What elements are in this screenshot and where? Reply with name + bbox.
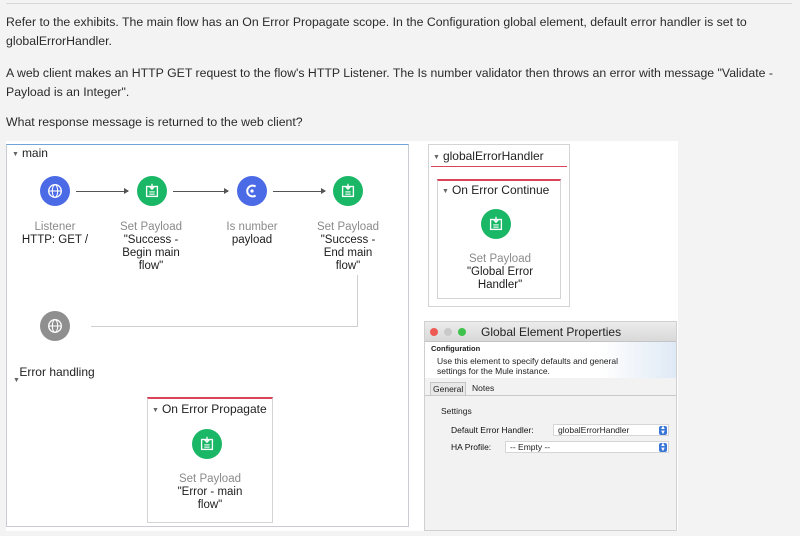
settings-heading: Settings: [441, 406, 472, 416]
flow-arrow: [76, 188, 129, 194]
listener-node[interactable]: [40, 176, 70, 206]
collapse-triangle-icon[interactable]: ▼: [12, 151, 19, 158]
collapse-triangle-icon[interactable]: ▼: [433, 154, 440, 161]
tab-general[interactable]: General: [430, 382, 467, 395]
set-payload-icon: [200, 436, 214, 451]
global-error-handler-canvas: ▼ globalErrorHandler ▼ On Error Continue S…: [428, 144, 570, 307]
zoom-button[interactable]: [458, 328, 466, 336]
set-payload-icon: [145, 183, 159, 198]
global-element-properties-window: Global Element Properties Configuration …: [424, 321, 677, 531]
set-payload-node-end[interactable]: [333, 176, 363, 206]
listener-label: Listener HTTP: GET /: [21, 221, 89, 246]
top-divider: [6, 3, 792, 4]
return-path-line: [91, 326, 358, 327]
window-titlebar: Global Element Properties: [425, 322, 676, 342]
on-error-propagate-scope[interactable]: ▼ On Error Propagate Set Payload "Error - …: [147, 397, 273, 523]
window-title: Global Element Properties: [481, 325, 622, 339]
configuration-banner: Configuration Use this element to specif…: [425, 342, 676, 378]
error-handling-label: Error handling: [19, 365, 95, 379]
tab-notes[interactable]: Notes: [470, 382, 496, 394]
configuration-heading: Configuration: [431, 344, 481, 353]
question-paragraph-1: Refer to the exhibits. The main flow has…: [6, 15, 747, 48]
is-number-label: Is number payload: [226, 221, 278, 246]
set-payload-icon: [489, 216, 503, 231]
default-error-handler-label: Default Error Handler:: [451, 425, 534, 435]
collapse-triangle-icon[interactable]: ▼: [442, 188, 449, 195]
on-error-continue-title: ▼ On Error Continue: [442, 183, 550, 197]
global-error-handler-title[interactable]: ▼ globalErrorHandler: [433, 149, 544, 163]
scope-accent-line: [431, 166, 567, 167]
configuration-description: Use this element to specify defaults and…: [437, 356, 618, 376]
validator-icon: [246, 184, 257, 198]
set-payload-node-error[interactable]: [192, 429, 222, 459]
exhibit-image: ▼ main Listener HTTP: GET / Set Payload "Su…: [6, 141, 678, 531]
set-payload-node-begin[interactable]: [137, 176, 167, 206]
return-path-line: [357, 275, 358, 326]
set-payload-begin-label: Set Payload "Success - Begin main flow": [119, 221, 182, 272]
collapse-triangle-icon[interactable]: ▼: [152, 407, 159, 414]
on-error-continue-scope[interactable]: ▼ On Error Continue Set Payload "Global Er…: [437, 179, 561, 299]
default-error-handler-select[interactable]: globalErrorHandler ▲ ▼: [553, 424, 669, 436]
minimize-button[interactable]: [444, 328, 452, 336]
set-payload-error-label: Set Payload "Error - main flow": [177, 473, 243, 511]
question-paragraph-2: A web client makes an HTTP GET request t…: [6, 66, 773, 99]
flow-arrow: [173, 188, 229, 194]
close-button[interactable]: [430, 328, 438, 336]
main-flow-title[interactable]: ▼ main: [12, 146, 48, 160]
on-error-propagate-title: ▼ On Error Propagate: [152, 402, 267, 416]
question-prompt: What response message is returned to the…: [6, 115, 303, 129]
ha-profile-label: HA Profile:: [451, 442, 492, 452]
globe-icon: [48, 184, 62, 198]
tab-bar: General Notes: [425, 380, 676, 396]
ha-profile-select[interactable]: -- Empty -- ▲ ▼: [505, 441, 669, 453]
select-stepper-icon: ▲ ▼: [659, 425, 667, 436]
set-payload-end-label: Set Payload "Success - End main flow": [316, 221, 379, 272]
main-flow-canvas: ▼ main Listener HTTP: GET / Set Payload "Su…: [6, 144, 409, 527]
globe-icon: [48, 319, 62, 333]
is-number-node[interactable]: [237, 176, 267, 206]
set-payload-node-global[interactable]: [481, 209, 511, 239]
error-source-node[interactable]: [40, 311, 70, 341]
select-stepper-icon: ▲ ▼: [659, 442, 667, 453]
set-payload-global-label: Set Payload "Global Error Handler": [466, 253, 534, 291]
flow-arrow: [273, 188, 326, 194]
set-payload-icon: [341, 183, 355, 198]
